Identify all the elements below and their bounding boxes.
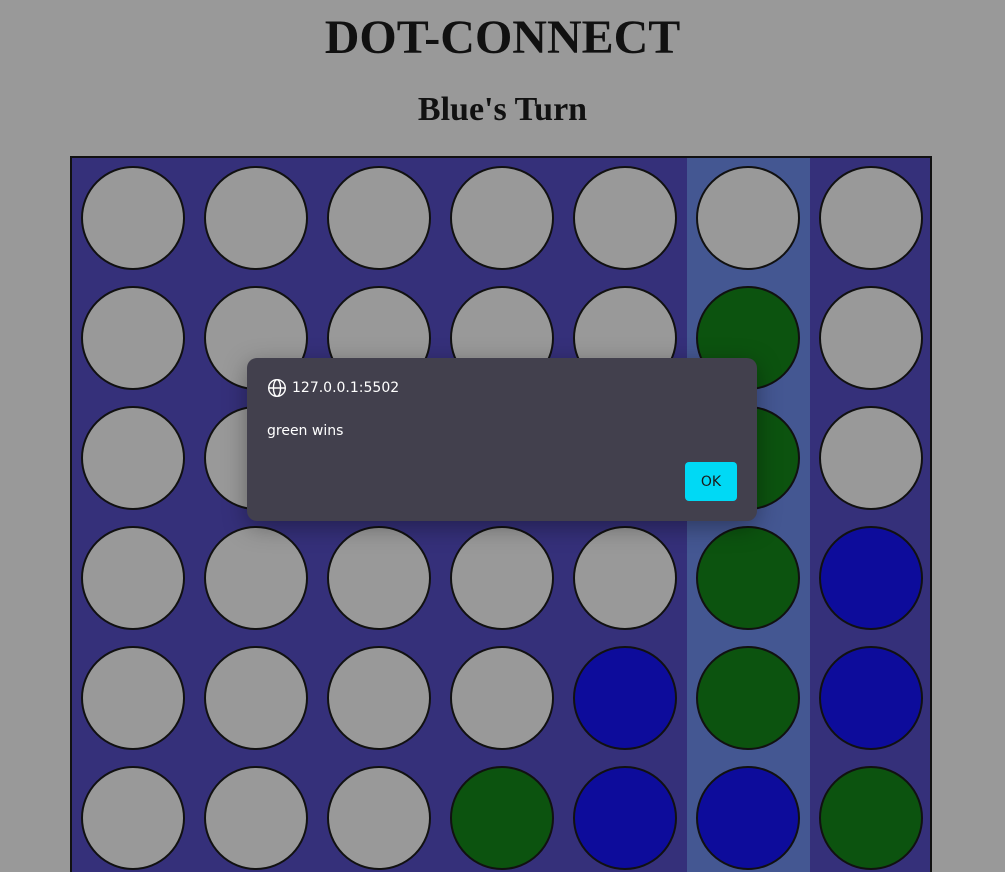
blue-piece[interactable] bbox=[573, 766, 677, 870]
empty-slot[interactable] bbox=[819, 286, 923, 390]
blue-piece[interactable] bbox=[819, 646, 923, 750]
empty-slot[interactable] bbox=[573, 166, 677, 270]
green-piece[interactable] bbox=[696, 646, 800, 750]
alert-dialog: 127.0.0.1:5502 green wins OK bbox=[247, 358, 757, 521]
blue-piece[interactable] bbox=[573, 646, 677, 750]
empty-slot[interactable] bbox=[327, 166, 431, 270]
page: DOT-CONNECT Blue's Turn 127.0.0.1:5502 g… bbox=[0, 0, 1005, 872]
blue-piece[interactable] bbox=[819, 526, 923, 630]
empty-slot[interactable] bbox=[81, 766, 185, 870]
globe-icon bbox=[267, 378, 287, 398]
empty-slot[interactable] bbox=[819, 166, 923, 270]
empty-slot[interactable] bbox=[81, 166, 185, 270]
blue-piece[interactable] bbox=[696, 766, 800, 870]
ok-button[interactable]: OK bbox=[685, 462, 737, 501]
turn-indicator: Blue's Turn bbox=[417, 91, 588, 128]
empty-slot[interactable] bbox=[573, 526, 677, 630]
empty-slot[interactable] bbox=[204, 646, 308, 750]
empty-slot[interactable] bbox=[450, 166, 554, 270]
empty-slot[interactable] bbox=[81, 526, 185, 630]
empty-slot[interactable] bbox=[327, 766, 431, 870]
dialog-origin: 127.0.0.1:5502 bbox=[267, 378, 399, 398]
empty-slot[interactable] bbox=[450, 646, 554, 750]
dialog-message: green wins bbox=[267, 423, 344, 439]
empty-slot[interactable] bbox=[450, 526, 554, 630]
empty-slot[interactable] bbox=[327, 646, 431, 750]
empty-slot[interactable] bbox=[81, 646, 185, 750]
empty-slot[interactable] bbox=[81, 286, 185, 390]
empty-slot[interactable] bbox=[819, 406, 923, 510]
empty-slot[interactable] bbox=[81, 406, 185, 510]
page-title: DOT-CONNECT bbox=[324, 11, 681, 64]
empty-slot[interactable] bbox=[327, 526, 431, 630]
green-piece[interactable] bbox=[696, 526, 800, 630]
dialog-origin-text: 127.0.0.1:5502 bbox=[292, 380, 400, 396]
green-piece[interactable] bbox=[819, 766, 923, 870]
empty-slot[interactable] bbox=[204, 766, 308, 870]
empty-slot[interactable] bbox=[204, 526, 308, 630]
empty-slot[interactable] bbox=[696, 166, 800, 270]
empty-slot[interactable] bbox=[204, 166, 308, 270]
green-piece[interactable] bbox=[450, 766, 554, 870]
